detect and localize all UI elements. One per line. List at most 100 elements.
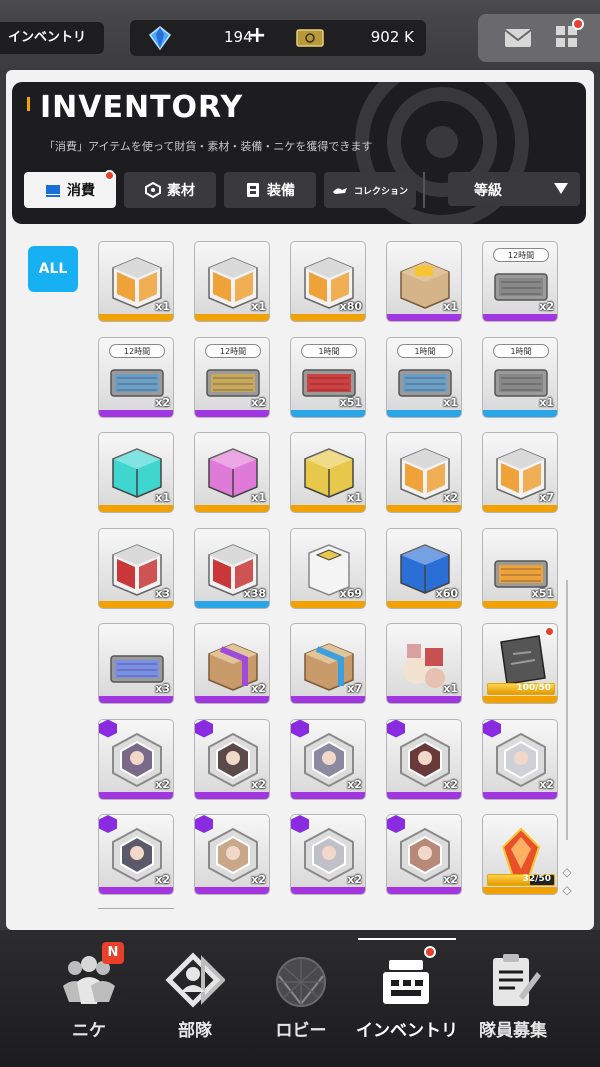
- gift-pile-item[interactable]: x1: [386, 623, 462, 704]
- supply-crate-item[interactable]: x60: [386, 527, 462, 609]
- tab-equipment[interactable]: 装備: [224, 172, 316, 208]
- rarity-strip: [291, 600, 365, 608]
- material-icon: [145, 182, 161, 198]
- item-quantity: x1: [539, 395, 554, 409]
- nikke-token-item[interactable]: x2: [194, 814, 270, 895]
- item-quantity: x2: [251, 777, 266, 791]
- gold-crate-item[interactable]: x1: [290, 432, 366, 513]
- nikke-token-item[interactable]: x2: [290, 814, 366, 895]
- tab-collection[interactable]: コレクション: [324, 172, 416, 208]
- next-row-edge: [98, 908, 174, 912]
- item-quantity: x1: [155, 491, 170, 504]
- rarity-strip: [387, 791, 461, 799]
- rarity-strip: [291, 505, 365, 512]
- core-crystal-item[interactable]: 32/50: [482, 814, 558, 895]
- rarity-strip: [483, 696, 557, 703]
- item-quantity: x2: [443, 873, 458, 886]
- item-quantity: x51: [339, 395, 362, 409]
- bottom-nav: N ニケ 部隊 ロビー インベントリ 隊員募集: [0, 930, 600, 1067]
- sort-dropdown[interactable]: 等級: [448, 172, 580, 206]
- rarity-strip: [291, 314, 365, 321]
- collection-card-item[interactable]: 100/50: [482, 623, 558, 704]
- rarity-strip: [483, 887, 557, 894]
- top-bar: インベントリ 194 + 902 K: [0, 0, 600, 70]
- nav-squad[interactable]: 部隊: [140, 930, 250, 1067]
- rarity-strip: [387, 600, 461, 608]
- orange-box-item[interactable]: x2: [386, 432, 462, 513]
- nikke-token-item[interactable]: x2: [98, 718, 174, 800]
- timer-label: 12時間: [205, 343, 261, 358]
- item-quantity: x2: [539, 777, 554, 791]
- nikke-token-item[interactable]: x2: [386, 814, 462, 895]
- timed-case-item[interactable]: 12時間 x2: [194, 336, 270, 418]
- rarity-strip: [387, 887, 461, 894]
- progress-text: 100/50: [516, 683, 551, 693]
- item-notification-dot: [544, 626, 555, 637]
- orange-box-item[interactable]: x80: [290, 241, 366, 322]
- rarity-strip: [195, 409, 269, 417]
- colorful-case-item[interactable]: x3: [98, 623, 174, 704]
- rarity-strip: [99, 505, 173, 512]
- inventory-header: INVENTORY 「消費」アイテムを使って財貨・素材・装備・ニケを獲得できます…: [12, 82, 586, 224]
- rarity-strip: [483, 600, 557, 608]
- filter-all-button[interactable]: ALL: [28, 246, 78, 292]
- nikke-token-item[interactable]: x2: [482, 718, 558, 800]
- tab-consumable[interactable]: 消費: [24, 170, 116, 208]
- purple-package-item[interactable]: x2: [194, 623, 270, 704]
- rarity-strip: [99, 314, 173, 321]
- cardboard-box-item[interactable]: x1: [386, 241, 462, 322]
- mail-icon[interactable]: [504, 28, 532, 48]
- nikke-token-item[interactable]: x2: [386, 718, 462, 800]
- tab-label: 消費: [67, 183, 95, 199]
- scrollbar[interactable]: [566, 580, 568, 840]
- white-container-item[interactable]: x69: [290, 527, 366, 609]
- timed-case-item[interactable]: 1時間 x51: [290, 336, 366, 418]
- currency-bar: 194 + 902 K: [130, 20, 426, 56]
- item-quantity: x2: [155, 395, 170, 409]
- nikke-token-item[interactable]: x2: [194, 718, 270, 800]
- scroll-down-icon[interactable]: ◇: [561, 884, 573, 896]
- nav-notification-dot: [424, 946, 436, 958]
- orange-box-item[interactable]: x1: [98, 241, 174, 322]
- menu-notification-dot: [572, 18, 584, 30]
- colorful-case-item[interactable]: x51: [482, 527, 558, 609]
- pink-crate-item[interactable]: x1: [194, 432, 270, 513]
- rarity-strip: [99, 600, 173, 608]
- add-gems-button[interactable]: +: [248, 23, 266, 48]
- nav-label: 部隊: [178, 1021, 212, 1041]
- rarity-strip: [99, 791, 173, 799]
- item-quantity: x2: [251, 682, 266, 695]
- timed-case-item[interactable]: 12時間 x2: [482, 241, 558, 322]
- tab-material[interactable]: 素材: [124, 172, 216, 208]
- blue-package-item[interactable]: x7: [290, 623, 366, 704]
- item-quantity: x2: [251, 395, 266, 409]
- timer-label: 1時間: [301, 343, 357, 358]
- item-quantity: x2: [155, 873, 170, 886]
- timed-case-item[interactable]: 1時間 x1: [482, 336, 558, 418]
- item-quantity: x2: [443, 777, 458, 791]
- nav-inventory[interactable]: インベントリ: [352, 930, 462, 1067]
- item-quantity: x2: [539, 300, 554, 313]
- nav-recruit[interactable]: 隊員募集: [458, 930, 568, 1067]
- nikke-token-item[interactable]: x2: [98, 814, 174, 895]
- timed-case-item[interactable]: 1時間 x1: [386, 336, 462, 418]
- rarity-strip: [387, 505, 461, 512]
- squad-icon: [165, 952, 225, 1008]
- cyan-crate-item[interactable]: x1: [98, 432, 174, 513]
- item-quantity: x1: [155, 300, 170, 313]
- nav-nikke[interactable]: N ニケ: [34, 930, 144, 1067]
- orange-box-item[interactable]: x1: [194, 241, 270, 322]
- progress-bar: 32/50: [487, 874, 555, 886]
- red-box-item[interactable]: x3: [98, 527, 174, 609]
- nav-lobby[interactable]: ロビー: [246, 930, 356, 1067]
- orange-box-item[interactable]: x7: [482, 432, 558, 513]
- red-box-item[interactable]: x38: [194, 527, 270, 609]
- timer-label: 1時間: [397, 343, 453, 358]
- nav-label: ロビー: [275, 1021, 327, 1041]
- title-accent: [27, 97, 30, 111]
- timed-case-item[interactable]: 12時間 x2: [98, 336, 174, 418]
- gem-icon: [148, 26, 172, 50]
- item-quantity: x2: [347, 777, 362, 791]
- nikke-token-item[interactable]: x2: [290, 718, 366, 800]
- scroll-up-icon[interactable]: ◇: [561, 866, 573, 878]
